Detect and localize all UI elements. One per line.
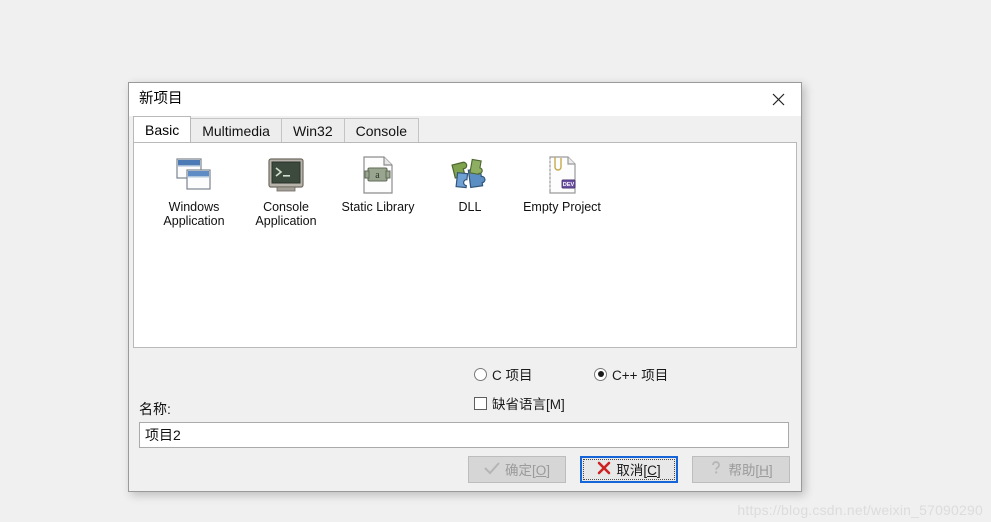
question-icon [709,460,723,478]
radio-c-project-mark [474,367,487,381]
svg-text:DEV: DEV [563,182,575,188]
radio-c-project[interactable]: C 项目 [474,364,594,384]
tab-strip: Basic Multimedia Win32 Console [129,116,801,142]
project-type-label: Console Application [255,200,317,228]
project-type-static-library[interactable]: a Static Library [332,155,424,228]
ok-button[interactable]: 确定[O] [468,455,566,483]
project-type-console-application[interactable]: Console Application [240,155,332,228]
project-type-windows-application[interactable]: Windows Application [148,155,240,228]
checkbox-default-language[interactable]: 缺省语言[M] [474,393,565,413]
svg-text:a: a [375,170,380,181]
language-radio-group: C 项目 C++ 项目 [474,364,668,384]
checkbox-default-language-mark [474,396,487,410]
tab-console-label: Console [355,122,407,139]
radio-cpp-project-label: C++ 项目 [612,368,669,383]
project-type-panel: Windows Application Console Application [133,142,797,348]
dialog-title: 新项目 [139,91,183,108]
tab-console[interactable]: Console [343,118,419,142]
help-button-label: 帮助[H] [728,463,773,478]
cross-icon [597,461,611,478]
new-project-dialog: 新项目 Basic Multimedia Win32 Console Windo… [128,82,802,492]
dll-puzzle-icon [450,155,490,195]
static-library-icon: a [358,155,398,195]
radio-c-project-label: C 项目 [492,368,533,383]
tab-win32-label: Win32 [292,122,333,139]
project-type-label: Empty Project [523,200,601,214]
watermark-text: https://blog.csdn.net/weixin_57090290 [737,502,983,518]
project-type-grid: Windows Application Console Application [134,143,796,228]
close-button[interactable] [756,83,801,116]
cancel-button-label: 取消[C] [616,463,661,478]
tab-multimedia[interactable]: Multimedia [190,118,282,142]
tab-basic[interactable]: Basic [133,116,192,142]
ok-button-label: 确定[O] [504,463,551,478]
project-type-dll[interactable]: DLL [424,155,516,228]
project-type-label: Windows Application [163,200,225,228]
dialog-button-row: 确定[O] 取消[C] 帮助[H] [129,447,801,491]
cancel-button[interactable]: 取消[C] [580,455,678,483]
project-type-empty-project[interactable]: DEV Empty Project [516,155,608,228]
check-icon [484,461,500,478]
tab-basic-label: Basic [145,121,180,138]
project-type-label: DLL [458,200,482,214]
radio-cpp-project-mark [594,367,607,381]
project-name-input[interactable] [139,422,789,448]
close-icon [772,93,785,106]
empty-project-icon: DEV [542,155,582,195]
console-application-icon [266,155,306,195]
dialog-titlebar: 新项目 [129,83,801,116]
windows-application-icon [174,155,214,195]
screen-root: 新项目 Basic Multimedia Win32 Console Windo… [0,0,991,522]
options-area: C 项目 C++ 项目 缺省语言[M] 名称: 项目2 确定[O] 取消[C] … [129,348,801,491]
radio-cpp-project[interactable]: C++ 项目 [594,364,668,384]
tab-multimedia-label: Multimedia [202,122,270,139]
help-button[interactable]: 帮助[H] [692,455,790,483]
checkbox-default-language-label: 缺省语言[M] [492,397,565,412]
name-field-label: 名称: [139,401,171,417]
project-type-label: Static Library [341,200,415,214]
tab-win32[interactable]: Win32 [280,118,345,142]
